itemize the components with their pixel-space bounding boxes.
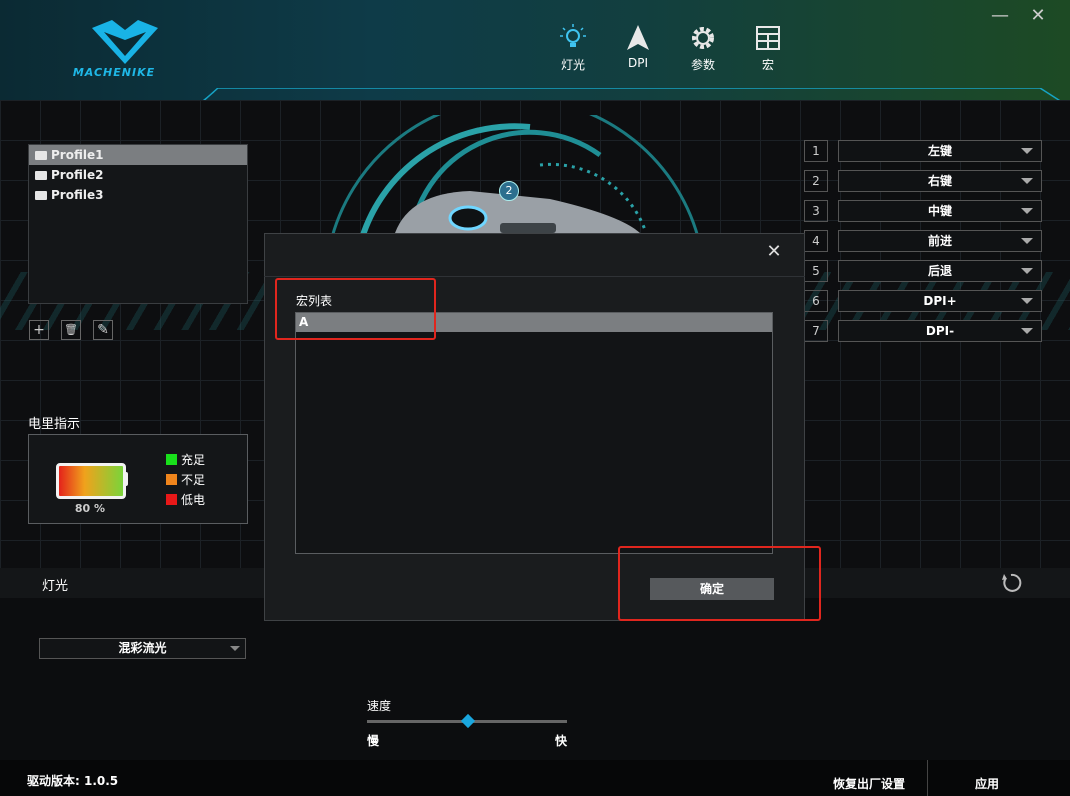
- key-action-dropdown[interactable]: 左键: [838, 140, 1042, 162]
- add-profile-button[interactable]: +: [29, 320, 49, 340]
- legend-label: 低电: [181, 493, 206, 507]
- chevron-down-icon: [230, 646, 240, 651]
- folder-icon: [35, 170, 47, 180]
- folder-icon: [35, 190, 47, 200]
- edit-profile-button[interactable]: ✎: [93, 320, 113, 340]
- key-action: 中键: [927, 204, 952, 218]
- key-number: 4: [804, 230, 828, 252]
- key-action: 左键: [927, 144, 952, 158]
- key-action-dropdown[interactable]: 右键: [838, 170, 1042, 192]
- battery-percent: 80 %: [74, 502, 106, 515]
- macro-list[interactable]: A: [295, 312, 773, 554]
- footer-bar: [0, 760, 1070, 796]
- dialog-separator: [264, 276, 805, 277]
- lighting-panel: [0, 598, 1070, 760]
- key-action-dropdown[interactable]: DPI-: [838, 320, 1042, 342]
- key-number: 2: [804, 170, 828, 192]
- highlight-box: [618, 546, 821, 621]
- legend-label: 充足: [181, 453, 206, 467]
- nav-lighting[interactable]: 灯光: [548, 22, 598, 73]
- reset-icon[interactable]: [1000, 572, 1022, 594]
- button-number-badge: 2: [499, 181, 519, 201]
- chevron-down-icon: [1021, 208, 1033, 214]
- key-action-dropdown[interactable]: 中键: [838, 200, 1042, 222]
- key-action-dropdown[interactable]: 前进: [838, 230, 1042, 252]
- profile-item[interactable]: Profile2: [29, 165, 247, 185]
- profile-name: Profile3: [51, 188, 104, 202]
- profile-name: Profile2: [51, 168, 104, 182]
- minimize-button[interactable]: —: [988, 4, 1012, 28]
- trash-icon: 🗑: [64, 323, 78, 336]
- nav-label: 参数: [690, 58, 715, 72]
- highlight-box: [275, 278, 436, 340]
- gear-icon: [692, 27, 714, 49]
- footer-divider: [927, 760, 928, 796]
- battery-tip: [123, 472, 128, 486]
- arrow-icon: [627, 25, 649, 50]
- restore-defaults-button[interactable]: 恢复出厂设置: [833, 775, 905, 792]
- profile-item[interactable]: Profile1: [29, 145, 247, 165]
- slow-label: 慢: [367, 734, 380, 748]
- pencil-icon: ✎: [97, 322, 109, 338]
- nav-macro[interactable]: 宏: [743, 22, 793, 73]
- nav-parameters[interactable]: 参数: [678, 22, 728, 73]
- bulb-icon: [560, 24, 586, 47]
- legend-label: 不足: [181, 473, 206, 487]
- key-action: DPI-: [925, 324, 955, 338]
- key-action: 前进: [927, 234, 952, 248]
- fast-label: 快: [555, 734, 568, 748]
- nav-label: DPI: [627, 56, 648, 70]
- chevron-down-icon: [1021, 268, 1033, 274]
- nav-dpi[interactable]: DPI: [613, 22, 663, 70]
- chevron-down-icon: [1021, 238, 1033, 244]
- mouse-preview: [328, 115, 702, 245]
- driver-version: 驱动版本: 1.0.5: [27, 774, 119, 788]
- apply-button[interactable]: 应用: [975, 775, 999, 792]
- close-button[interactable]: ✕: [1026, 4, 1050, 28]
- key-action: 右键: [927, 174, 952, 188]
- key-action-dropdown[interactable]: DPI+: [838, 290, 1042, 312]
- key-number: 5: [804, 260, 828, 282]
- profile-list[interactable]: Profile1 Profile2 Profile3: [28, 144, 248, 304]
- folder-icon: [35, 150, 47, 160]
- lighting-title: 灯光: [42, 579, 69, 594]
- lighting-mode: 混彩流光: [118, 641, 167, 655]
- legend-low: 不足: [166, 471, 205, 488]
- delete-profile-button[interactable]: 🗑: [61, 320, 81, 340]
- chevron-down-icon: [1021, 298, 1033, 304]
- speed-label: 速度: [367, 699, 392, 713]
- nav-label: 宏: [761, 58, 774, 72]
- battery-icon: [56, 463, 126, 499]
- key-number: 1: [804, 140, 828, 162]
- key-action: 后退: [927, 264, 952, 278]
- dialog-close-button[interactable]: ✕: [762, 241, 786, 263]
- key-number: 6: [804, 290, 828, 312]
- profile-item[interactable]: Profile3: [29, 185, 247, 205]
- chevron-down-icon: [1021, 328, 1033, 334]
- chevron-down-icon: [1021, 148, 1033, 154]
- logo-text: MACHENIKE: [72, 66, 156, 79]
- grid-icon: [756, 26, 780, 50]
- key-action-dropdown[interactable]: 后退: [838, 260, 1042, 282]
- legend-full: 充足: [166, 451, 205, 468]
- legend-critical: 低电: [166, 491, 205, 508]
- profile-name: Profile1: [51, 148, 104, 162]
- lighting-mode-dropdown[interactable]: 混彩流光: [39, 638, 246, 659]
- nav-label: 灯光: [560, 58, 585, 72]
- key-number: 3: [804, 200, 828, 222]
- battery-title: 电里指示: [28, 417, 81, 432]
- chevron-down-icon: [1021, 178, 1033, 184]
- key-number: 7: [804, 320, 828, 342]
- key-action: DPI+: [923, 294, 957, 308]
